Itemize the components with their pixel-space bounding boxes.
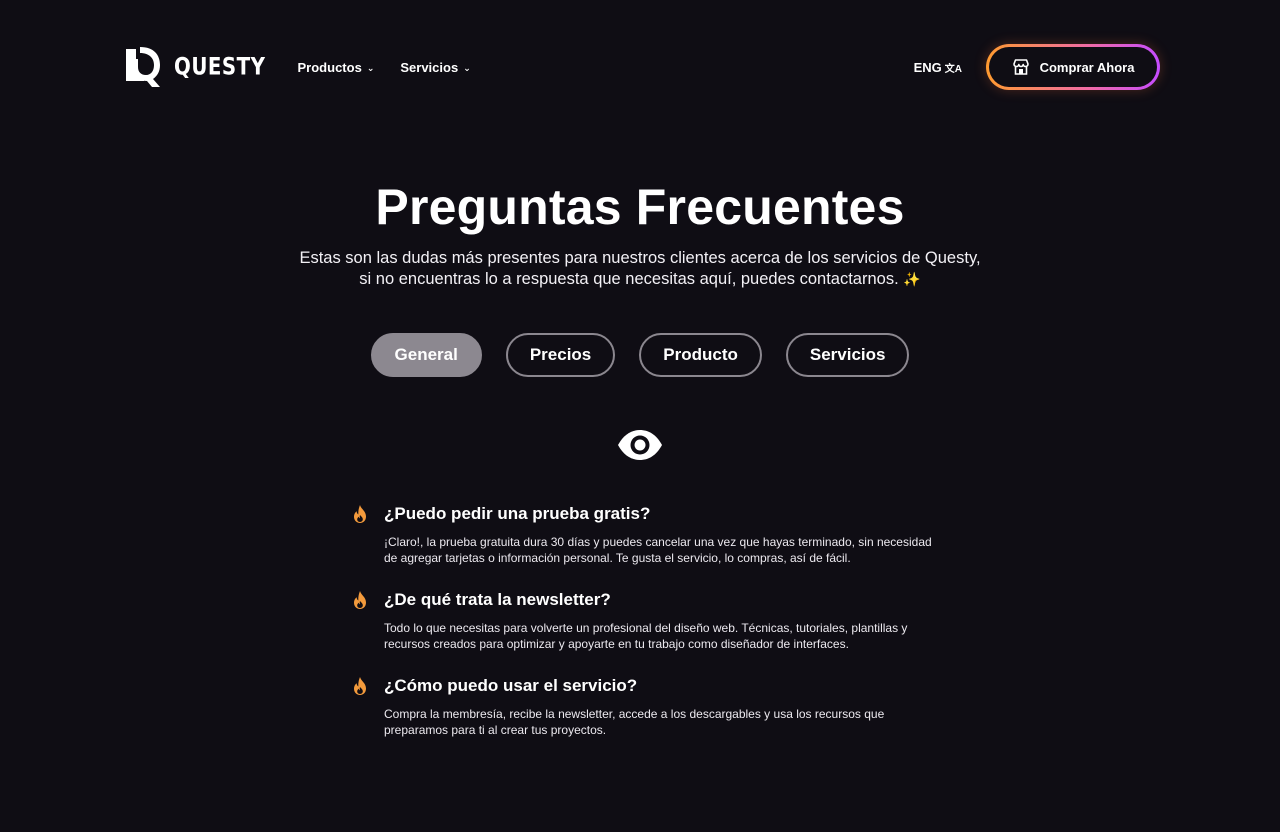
- language-label: ENG: [913, 59, 942, 75]
- flame-icon: [354, 505, 366, 523]
- sparkle-icon: ✨: [903, 271, 921, 287]
- tab-producto[interactable]: Producto: [639, 333, 762, 377]
- faq-question: ¿De qué trata la newsletter?: [384, 590, 611, 609]
- translate-icon: 文A: [944, 63, 962, 75]
- subtitle-line-1: Estas son las dudas más presentes para n…: [299, 249, 981, 267]
- nav-right: ENG 文A Comprar Ahora: [914, 44, 1160, 90]
- flame-icon: [354, 591, 366, 609]
- nav-link-label: Servicios: [400, 59, 459, 75]
- buy-now-button[interactable]: Comprar Ahora: [986, 44, 1160, 90]
- logo[interactable]: QUESTY: [120, 45, 266, 89]
- faq-item: ¿Cómo puedo usar el servicio? Compra la …: [350, 675, 950, 738]
- page-subtitle: Estas son las dudas más presentes para n…: [240, 248, 1040, 290]
- faq-question: ¿Puedo pedir una prueba gratis?: [384, 504, 651, 523]
- store-icon: [1012, 59, 1029, 75]
- tab-general[interactable]: General: [370, 333, 482, 377]
- faq-item: ¿De qué trata la newsletter? Todo lo que…: [350, 589, 950, 652]
- eye-icon: [618, 430, 662, 460]
- tab-precios[interactable]: Precios: [505, 333, 616, 377]
- faq-page: QUESTY Productos ⌄ Servicios ⌄ ENG 文A Co…: [0, 0, 1280, 832]
- faq-question: ¿Cómo puedo usar el servicio?: [384, 676, 638, 695]
- nav-link-servicios[interactable]: Servicios ⌄: [400, 60, 470, 75]
- nav-links: Productos ⌄ Servicios ⌄: [298, 60, 471, 75]
- faq-item: ¿Puedo pedir una prueba gratis? ¡Claro!,…: [350, 503, 950, 566]
- nav-link-productos[interactable]: Productos ⌄: [298, 60, 375, 75]
- faq-answer: Todo lo que necesitas para volverte un p…: [384, 621, 908, 651]
- faq-answer: Compra la membresía, recibe la newslette…: [384, 707, 885, 737]
- chevron-down-icon: ⌄: [366, 62, 375, 73]
- chevron-down-icon: ⌄: [463, 62, 471, 73]
- page-title: Preguntas Frecuentes: [375, 179, 905, 235]
- logo-text: QUESTY: [174, 53, 266, 81]
- faq-list: ¿Puedo pedir una prueba gratis? ¡Claro!,…: [350, 503, 950, 738]
- faq-answer: ¡Claro!, la prueba gratuita dura 30 días…: [384, 535, 932, 565]
- nav-link-label: Productos: [297, 59, 362, 75]
- faq-tabs: General Precios Producto Servicios: [0, 333, 1280, 377]
- subtitle-line-2: si no encuentras lo a respuesta que nece…: [359, 270, 899, 288]
- language-switcher[interactable]: ENG 文A: [914, 60, 962, 75]
- navbar: QUESTY Productos ⌄ Servicios ⌄ ENG 文A Co…: [120, 44, 1160, 90]
- tab-servicios[interactable]: Servicios: [785, 333, 910, 377]
- buy-now-button-inner: Comprar Ahora: [989, 47, 1157, 87]
- questy-logo-icon: [126, 47, 160, 87]
- flame-icon: [354, 677, 366, 695]
- buy-now-label: Comprar Ahora: [1039, 59, 1135, 75]
